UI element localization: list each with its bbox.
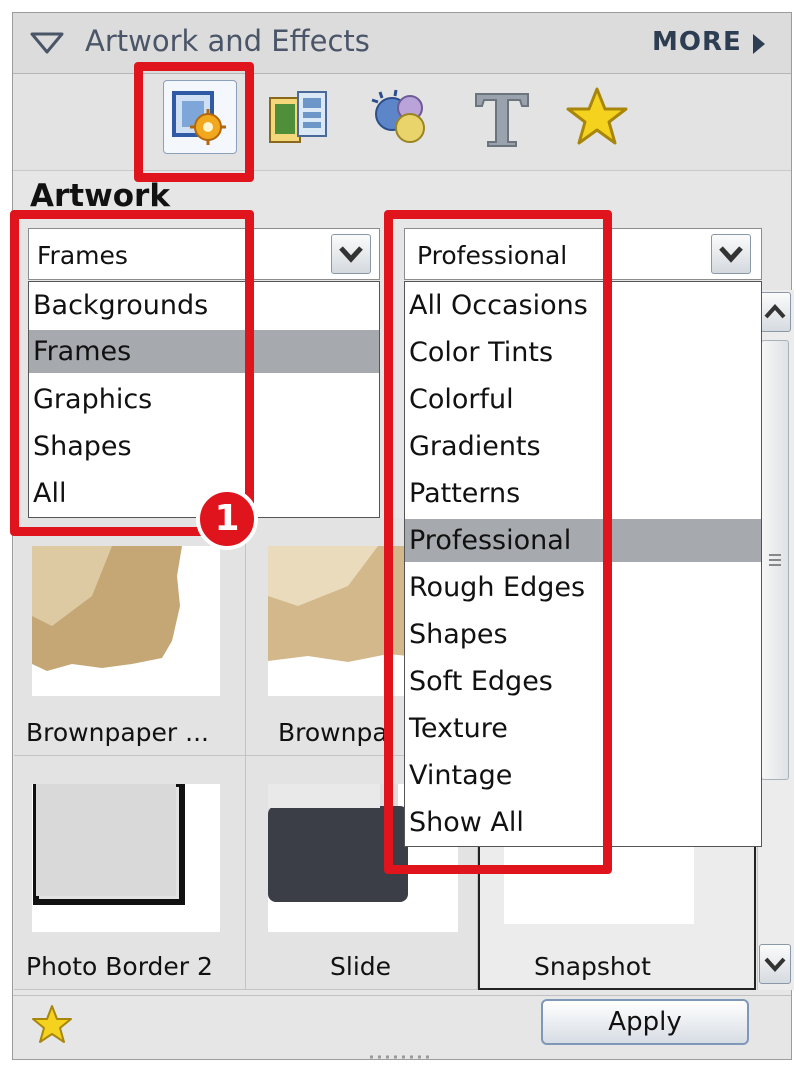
category-dropdown-button[interactable] [331,234,371,274]
thumbnail-caption: Snapshot [534,952,651,981]
thumbnail-caption: Brownpaper ... [26,718,209,747]
more-arrow-icon [753,34,765,54]
resize-grip-icon[interactable] [368,1053,432,1061]
more-button-label: MORE [652,27,742,57]
collapse-triangle-icon[interactable] [30,32,64,54]
scroll-down-button[interactable] [759,944,791,984]
photo-effects-icon[interactable] [266,88,330,148]
thumbnail-tile[interactable]: Photo Border 2 [14,756,246,990]
chevron-up-icon [764,304,786,319]
artwork-heading: Artwork [30,178,170,214]
chevron-down-icon [719,246,743,263]
effects-icon[interactable] [366,86,432,150]
apply-button[interactable]: Apply [541,999,749,1045]
style-dropdown-button[interactable] [711,234,751,274]
highlight-box-artwork-tab [134,62,254,182]
highlight-box-style [384,210,612,874]
text-icon[interactable] [470,88,534,150]
thumbnail-image [32,781,220,932]
highlight-box-category [10,210,254,536]
scroll-thumb[interactable] [761,340,789,780]
thumbnail-caption: Slide [330,952,392,981]
thumbnail-tile[interactable]: Brownpaper ... [14,518,246,756]
chevron-down-icon [339,246,363,263]
callout-number-badge: 1 [196,488,258,550]
more-button[interactable]: MORE [652,27,767,61]
favorites-icon[interactable] [566,86,628,148]
thumbnail-caption: Photo Border 2 [26,952,213,981]
grip-icon [769,554,781,566]
thumbnail-image [32,546,220,696]
thumbnail-caption: Brownpa [278,718,388,747]
scroll-up-button[interactable] [759,292,791,332]
favorite-star-icon[interactable] [30,1004,74,1046]
chevron-down-icon [764,957,786,972]
panel-title: Artwork and Effects [85,24,370,58]
